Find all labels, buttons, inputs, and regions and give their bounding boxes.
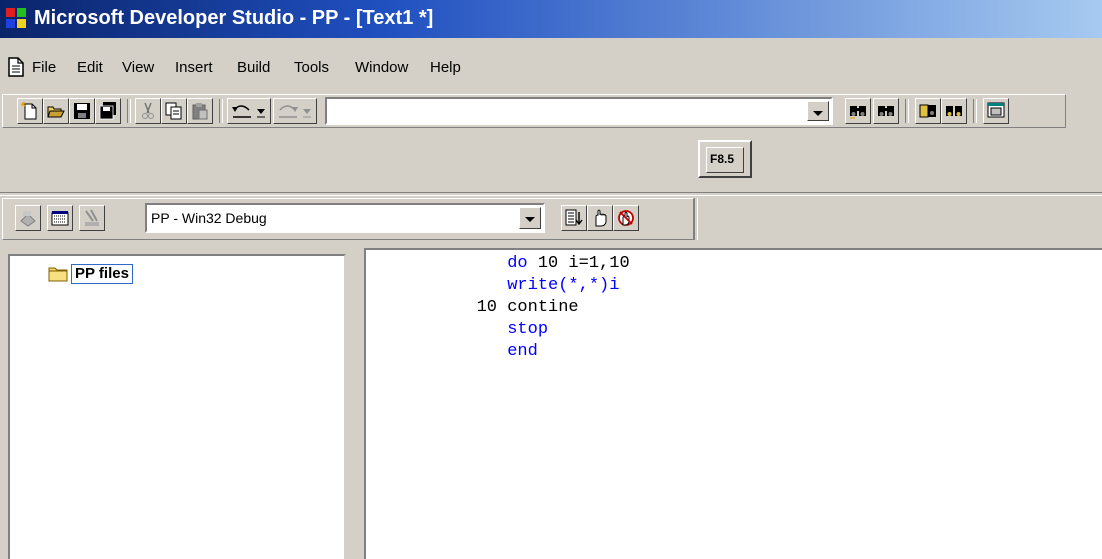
cut-button[interactable] xyxy=(135,98,161,124)
go-button[interactable] xyxy=(561,205,587,231)
fortran-button-label: F8.5 xyxy=(710,152,735,166)
toolbar-separator xyxy=(905,99,909,123)
menu-edit[interactable]: Edit xyxy=(77,59,103,76)
copy-icon xyxy=(165,102,182,120)
chevron-down-icon[interactable] xyxy=(519,207,541,229)
remove-breakpoints-icon xyxy=(618,210,634,226)
output-button[interactable] xyxy=(941,98,967,124)
compile-icon xyxy=(20,211,36,227)
code-text: write(*,*)i xyxy=(507,276,620,295)
find-combo[interactable] xyxy=(325,97,833,125)
breakpoint-button[interactable] xyxy=(587,205,613,231)
toolbar-separator xyxy=(127,99,131,123)
save-all-icon xyxy=(99,102,116,120)
code-line: do 10 i=1,10 xyxy=(446,254,630,274)
pane-splitter[interactable] xyxy=(346,248,364,559)
undo-icon xyxy=(232,105,265,118)
workspace-button[interactable] xyxy=(915,98,941,124)
menu-window[interactable]: Window xyxy=(355,59,408,76)
window-list-button[interactable] xyxy=(983,98,1009,124)
stop-build-button[interactable] xyxy=(79,205,105,231)
replace-icon xyxy=(878,106,894,116)
replace-button[interactable] xyxy=(873,98,899,124)
statement-label: 10 xyxy=(446,298,508,317)
configuration-combo[interactable]: PP - Win32 Debug xyxy=(145,203,545,233)
workspace-icon xyxy=(919,104,936,118)
find-in-files-button[interactable] xyxy=(845,98,871,124)
code-text: contine xyxy=(507,298,579,317)
menu-help[interactable]: Help xyxy=(430,59,461,76)
folder-icon xyxy=(48,267,68,282)
code-text: end xyxy=(507,342,538,361)
code-text: do 10 i=1,10 xyxy=(507,254,630,273)
tree-root[interactable]: PP files xyxy=(48,264,133,284)
window-title: Microsoft Developer Studio - PP - [Text1… xyxy=(34,7,434,29)
statement-label xyxy=(446,276,507,295)
undo-button[interactable] xyxy=(227,98,271,124)
build-toolbar: PP - Win32 Debug xyxy=(2,198,694,240)
toolbar-separator xyxy=(694,198,698,240)
save-all-button[interactable] xyxy=(95,98,121,124)
cut-icon xyxy=(142,102,154,119)
build-icon xyxy=(51,211,69,226)
code-line: stop xyxy=(446,320,548,340)
statement-label xyxy=(446,320,507,339)
new-file-button[interactable] xyxy=(17,98,43,124)
save-button[interactable] xyxy=(69,98,95,124)
code-line: end xyxy=(446,342,538,362)
toolbar-separator xyxy=(973,99,977,123)
title-bar: Microsoft Developer Studio - PP - [Text1… xyxy=(0,0,1102,38)
configuration-combo-value: PP - Win32 Debug xyxy=(151,210,267,226)
menu-insert[interactable]: Insert xyxy=(175,59,213,76)
redo-icon xyxy=(279,105,311,118)
remove-breakpoints-button[interactable] xyxy=(613,205,639,231)
toolbar-divider xyxy=(0,192,1102,196)
menu-view[interactable]: View xyxy=(122,59,154,76)
menu-file[interactable]: File xyxy=(32,59,56,76)
open-folder-icon xyxy=(47,106,65,118)
compile-button[interactable] xyxy=(15,205,41,231)
document-icon[interactable] xyxy=(8,57,24,77)
build-button[interactable] xyxy=(47,205,73,231)
toolbar-separator xyxy=(219,99,223,123)
output-icon xyxy=(946,106,962,116)
open-button[interactable] xyxy=(43,98,69,124)
go-icon xyxy=(565,209,583,226)
statement-label xyxy=(446,254,507,273)
menu-tools[interactable]: Tools xyxy=(294,59,329,76)
new-file-icon xyxy=(21,102,37,120)
stop-build-icon xyxy=(85,209,99,226)
window-list-icon xyxy=(987,102,1005,118)
code-line: write(*,*)i xyxy=(446,276,619,296)
code-line: 10 contine xyxy=(446,298,579,318)
code-text: stop xyxy=(507,320,549,339)
fortran-toolbar: F8.5 xyxy=(698,140,752,178)
menu-build[interactable]: Build xyxy=(237,59,270,76)
menu-bar: File Edit View Insert Build Tools Window… xyxy=(0,54,1102,84)
copy-button[interactable] xyxy=(161,98,187,124)
statement-label xyxy=(446,342,507,361)
fortran-button[interactable]: F8.5 xyxy=(706,147,744,173)
find-in-files-icon xyxy=(850,106,866,119)
standard-toolbar xyxy=(2,94,1066,128)
paste-button[interactable] xyxy=(187,98,213,124)
tree-root-label: PP files xyxy=(71,264,133,284)
code-editor[interactable]: do 10 i=1,10 write(*,*)i 10 contine stop… xyxy=(364,248,1102,559)
save-icon xyxy=(74,103,90,119)
app-icon xyxy=(6,8,26,28)
workspace-pane: PP files xyxy=(8,254,346,559)
redo-button[interactable] xyxy=(273,98,317,124)
paste-icon xyxy=(192,103,208,120)
chevron-down-icon[interactable] xyxy=(807,101,829,121)
breakpoint-icon xyxy=(595,209,607,227)
